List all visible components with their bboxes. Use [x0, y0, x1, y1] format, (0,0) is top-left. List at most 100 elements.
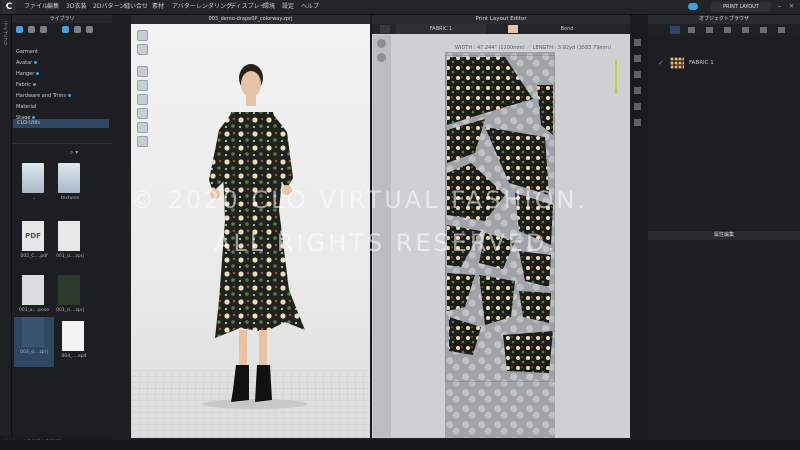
side-tab-label: ライブラリ [2, 21, 8, 46]
cloud-icon[interactable] [688, 3, 698, 10]
pose-thumbnail [22, 275, 44, 305]
property-editor-title: 属性編集 [648, 231, 800, 240]
grid-icon[interactable] [74, 26, 81, 33]
list-icon[interactable] [86, 26, 93, 33]
menu-bar: C ファイル 編集 3D衣装 2Dパターン 縫い合せ 素材 アバター レンダリン… [0, 0, 800, 15]
menu-2d-pattern[interactable]: 2Dパターン [93, 0, 125, 14]
library-item-garment[interactable]: Garment [16, 48, 38, 56]
view-tool-icon[interactable] [137, 108, 148, 119]
tool-icon[interactable] [377, 53, 386, 62]
library-item-hardware[interactable]: Hardware and Trims [16, 92, 71, 100]
view-tool-icon[interactable] [137, 30, 148, 41]
check-icon: ✓ [658, 59, 664, 67]
library-item-clo-utils[interactable]: CLO-Utils [17, 119, 40, 127]
tab-fabric-icon[interactable] [670, 26, 680, 34]
folder-icon[interactable] [40, 26, 47, 33]
add-icon[interactable] [62, 26, 69, 33]
star-icon[interactable] [16, 26, 23, 33]
pattern-pieces[interactable] [445, 55, 555, 382]
view3d-title: 003_demo-drape0P_colorway.zprj [131, 15, 370, 24]
menu-avatar[interactable]: アバター [172, 0, 196, 14]
menu-settings[interactable]: 設定 [282, 0, 294, 14]
tool-icon[interactable] [634, 119, 641, 126]
status-bar [0, 440, 800, 450]
tab-icon[interactable] [742, 27, 749, 33]
object-browser-title: オブジェクトブラウザ [648, 15, 800, 24]
tab-fabric-1[interactable]: FABRIC 1 [396, 24, 486, 34]
fabric-dimension-label: WIDTH : 47.244" (1200mm) ／ LENGTH : 3.92… [455, 45, 612, 51]
cloud-dot-icon [67, 94, 71, 97]
library-panel: ライブラリ Garment Avatar Hanger Fabric Hardw… [4, 15, 112, 445]
grainline-arrow-icon[interactable] [615, 60, 617, 94]
menu-render[interactable]: レンダリング [196, 0, 232, 14]
fabric-thumbnail [670, 57, 684, 69]
print-layout-side-tools [632, 35, 644, 135]
search-icon[interactable]: ⌕ ▾ [70, 149, 78, 157]
file-ep4[interactable]: 004_....ep4 [58, 321, 90, 369]
file-zprj-1[interactable]: 001_d....zprj [54, 221, 86, 269]
fabric-swatch-icon [380, 25, 390, 33]
print-layout-title: Print Layout Editor [372, 15, 630, 24]
file-zprj-selected[interactable]: 003_d....zprj [14, 317, 54, 367]
folder-icon [22, 163, 44, 193]
file-zprj-2[interactable]: 001_d....zprj [54, 275, 86, 323]
tool-icon[interactable] [377, 39, 386, 48]
view-tool-icon[interactable] [137, 66, 148, 77]
tab-bond[interactable]: Bond [522, 24, 612, 34]
divider [12, 143, 112, 144]
watermark-line-1: © 2020 CLO VIRTUAL FASHION. [130, 186, 589, 214]
file-pose[interactable]: 001_a....pose [18, 275, 50, 323]
tab-icon[interactable] [778, 27, 785, 33]
library-item-hanger[interactable]: Hanger [16, 70, 40, 78]
garment-thumbnail [22, 317, 44, 347]
print-layout-tabs: FABRIC 1 Bond [372, 24, 630, 34]
file-textures[interactable]: textures [54, 163, 86, 211]
view-tool-icon[interactable] [137, 44, 148, 55]
avatar-thumbnail [58, 221, 80, 251]
tool-icon[interactable] [634, 87, 641, 94]
tool-icon[interactable] [634, 39, 641, 46]
cloud-library-icon[interactable] [28, 26, 35, 33]
view-tool-icon[interactable] [137, 80, 148, 91]
tab-icon[interactable] [688, 27, 695, 33]
cloud-dot-icon [32, 83, 36, 86]
tab-icon[interactable] [760, 27, 767, 33]
menu-sewing[interactable]: 縫い合せ [124, 0, 148, 14]
menu-help[interactable]: ヘルプ [301, 0, 319, 14]
tool-icon[interactable] [634, 71, 641, 78]
tab-icon[interactable] [706, 27, 713, 33]
library-item-fabric[interactable]: Fabric [16, 81, 36, 89]
file-parent-folder[interactable]: .. [18, 163, 50, 211]
menu-3d-garment[interactable]: 3D衣装 [66, 0, 86, 14]
menu-display[interactable]: ディスプレイ [230, 0, 266, 14]
menu-edit[interactable]: 編集 [47, 0, 59, 14]
menu-environment[interactable]: 環境 [263, 0, 275, 14]
tab-icon[interactable] [724, 27, 731, 33]
library-toolbar [12, 24, 112, 36]
cloud-dot-icon [36, 72, 40, 75]
tool-icon[interactable] [634, 103, 641, 110]
close-icon[interactable]: × [787, 2, 796, 11]
property-editor-panel [648, 240, 800, 440]
minimize-icon[interactable]: – [775, 2, 784, 11]
object-browser-toolbar [648, 24, 800, 36]
mode-dropdown[interactable]: PRINT LAYOUT [711, 2, 771, 12]
file-pdf[interactable]: PDF 002_C....pdf [18, 221, 50, 269]
view-tool-icon[interactable] [137, 94, 148, 105]
pdf-icon: PDF [22, 221, 44, 251]
library-title: ライブラリ [12, 15, 112, 23]
tool-icon[interactable] [634, 55, 641, 62]
folder-icon [58, 163, 80, 193]
app-logo: C [2, 0, 16, 14]
library-item-avatar[interactable]: Avatar [16, 59, 38, 67]
library-side-tab[interactable]: ライブラリ [0, 15, 12, 435]
view-tool-icon[interactable] [137, 136, 148, 147]
menu-file[interactable]: ファイル [24, 0, 48, 14]
view-tool-icon[interactable] [137, 122, 148, 133]
menu-materials[interactable]: 素材 [152, 0, 164, 14]
document-icon [62, 321, 84, 351]
library-item-material[interactable]: Material [16, 103, 36, 111]
watermark-line-2: ALL RIGHTS RESERVED. [214, 229, 559, 257]
fabric-name: FABRIC 1 [689, 60, 714, 66]
garment-thumbnail [58, 275, 80, 305]
